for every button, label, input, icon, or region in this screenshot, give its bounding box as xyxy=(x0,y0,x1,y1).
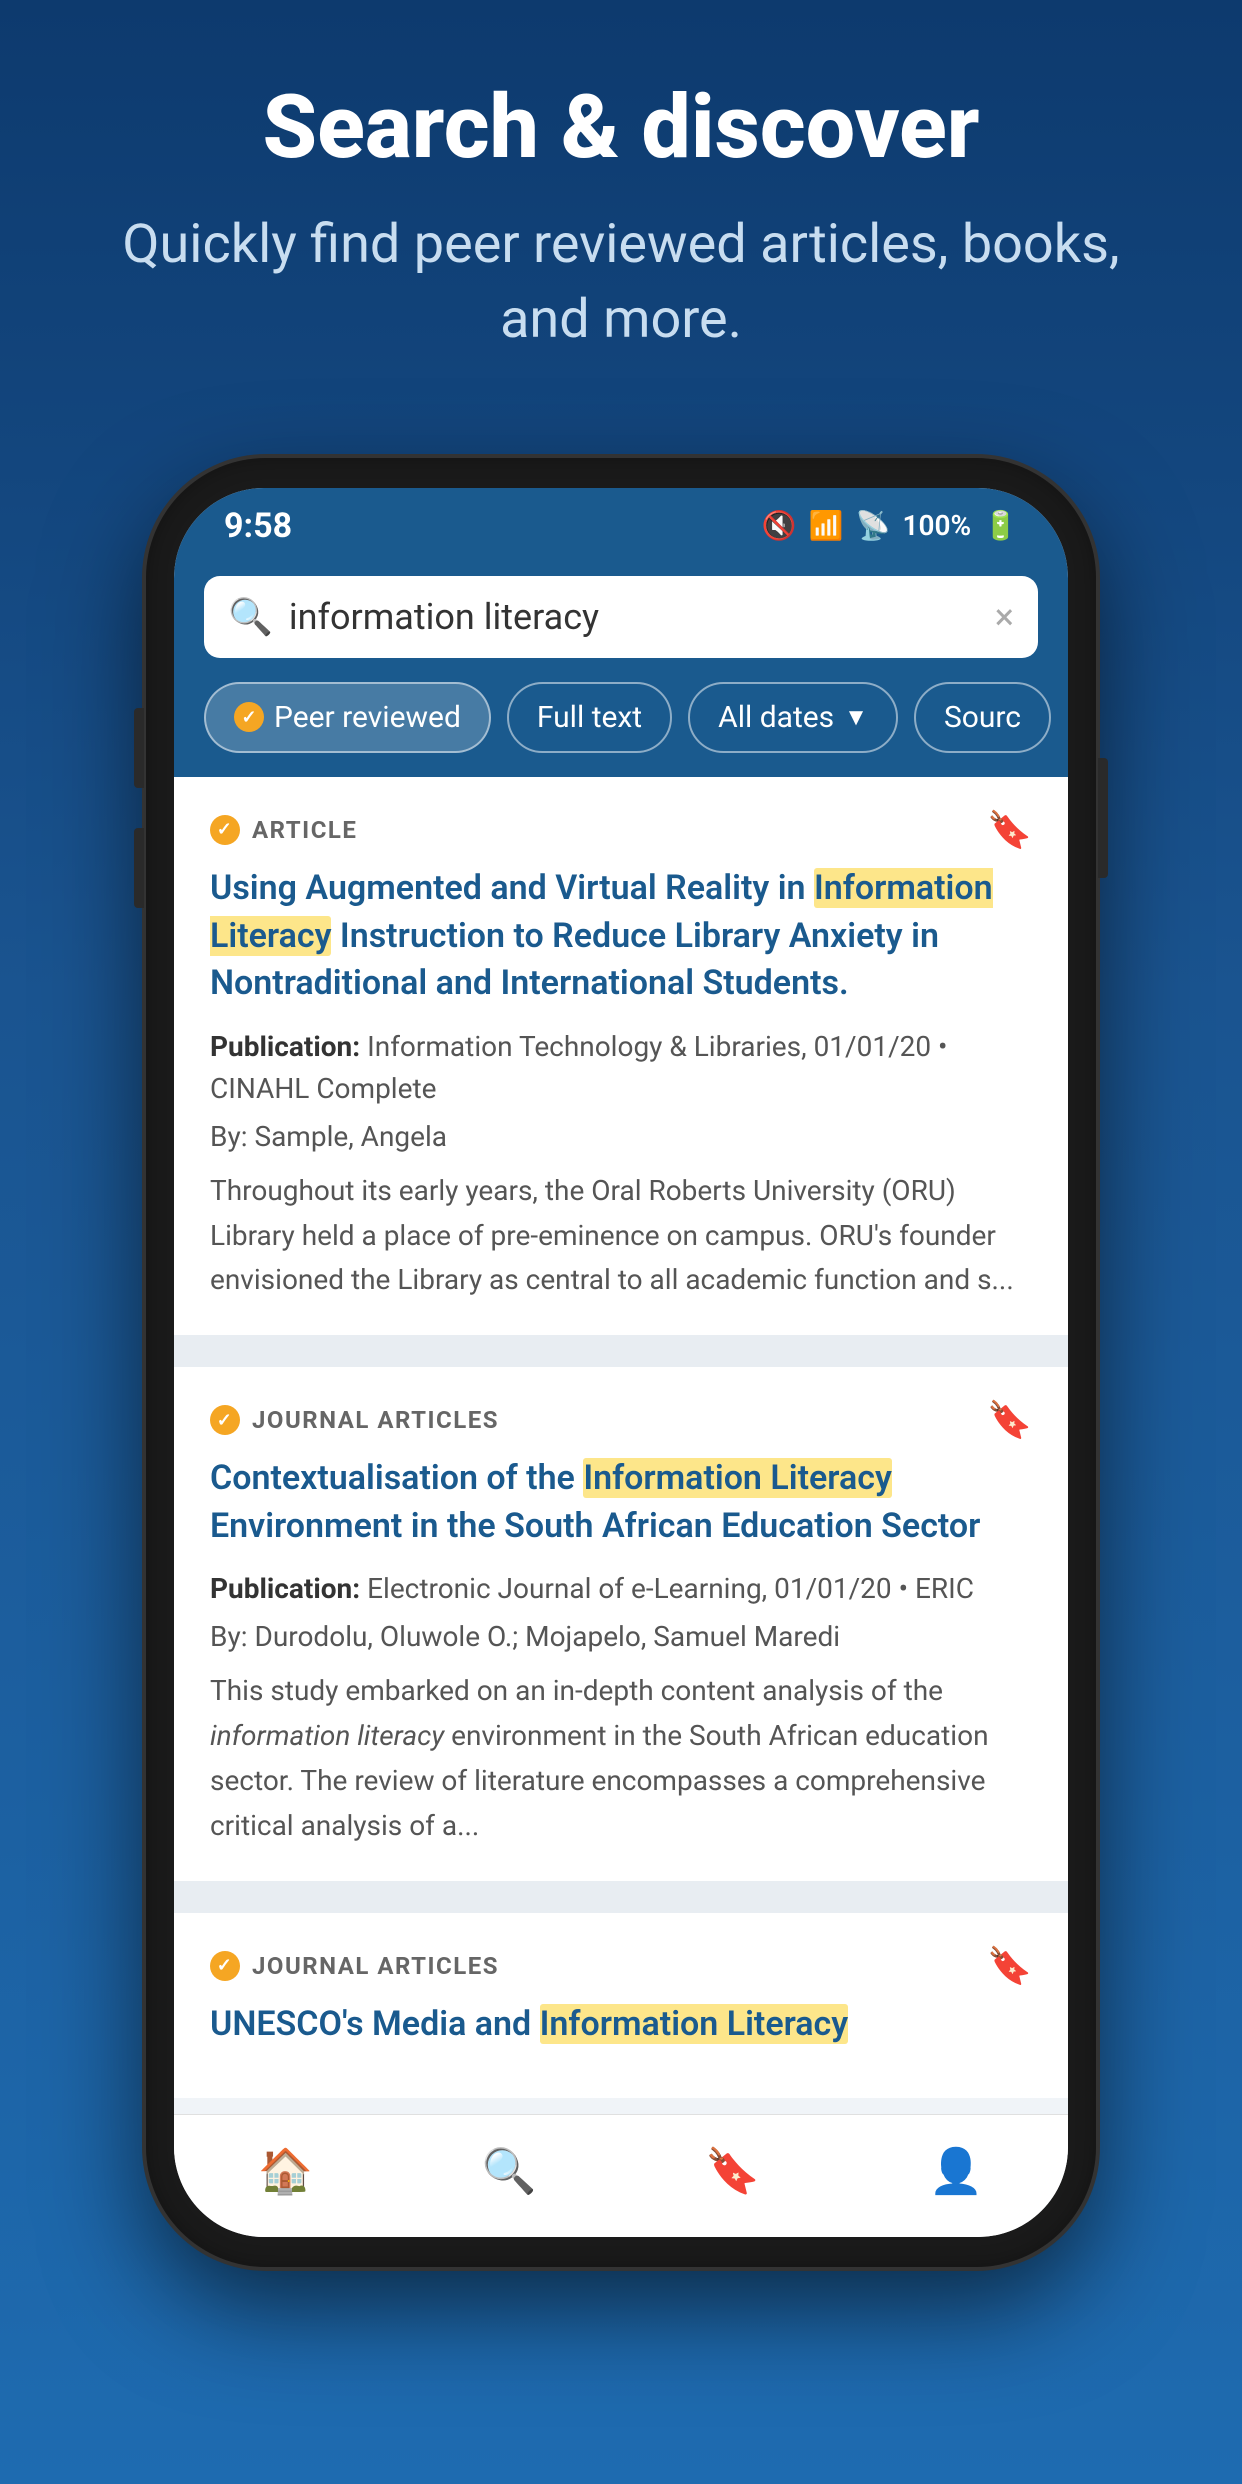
title-before-2: Contextualisation of the xyxy=(210,1458,583,1498)
filter-source[interactable]: Sourc xyxy=(914,682,1051,753)
type-label-3: JOURNAL ARTICLES xyxy=(252,1952,499,1980)
type-label-1: ARTICLE xyxy=(252,816,357,844)
article-meta-2: Publication: Electronic Journal of e-Lea… xyxy=(210,1568,1032,1610)
abstract-italic-2: information literacy xyxy=(210,1719,444,1752)
search-nav-icon: 🔍 xyxy=(482,2145,537,2197)
article-type-1: ARTICLE xyxy=(210,815,357,845)
title-after-2: Environment in the South African Educati… xyxy=(210,1506,980,1546)
search-bar[interactable]: 🔍 information literacy × xyxy=(204,576,1038,658)
article-card-1[interactable]: ARTICLE 🔖 Using Augmented and Virtual Re… xyxy=(174,777,1068,1335)
dropdown-arrow-icon: ▼ xyxy=(844,703,868,732)
status-time: 9:58 xyxy=(224,506,292,546)
filter-peer-reviewed[interactable]: Peer reviewed xyxy=(204,682,491,753)
title-before-3: UNESCO's Media and xyxy=(210,2004,540,2044)
peer-reviewed-label: Peer reviewed xyxy=(274,700,461,735)
check-icon xyxy=(234,702,264,732)
title-before-1: Using Augmented and Virtual Reality in xyxy=(210,868,814,908)
verified-badge-3 xyxy=(210,1951,240,1981)
article-title-2[interactable]: Contextualisation of the Information Lit… xyxy=(210,1455,1032,1550)
publication-label-2: Publication: xyxy=(210,1572,360,1605)
by-label-2: By: xyxy=(210,1620,247,1653)
card-divider-2 xyxy=(174,1897,1068,1913)
battery-icon: 🔋 xyxy=(983,509,1018,542)
results-area: ARTICLE 🔖 Using Augmented and Virtual Re… xyxy=(174,777,1068,2098)
phone-mockup: 9:58 🔇 📶 📡 100% 🔋 🔍 information literacy… xyxy=(146,458,1096,2267)
signal-icon: 📡 xyxy=(856,509,891,542)
author-name-2: Durodolu, Oluwole O.; Mojapelo, Samuel M… xyxy=(254,1620,840,1653)
article-meta-1: Publication: Information Technology & Li… xyxy=(210,1026,1032,1110)
status-bar: 9:58 🔇 📶 📡 100% 🔋 xyxy=(174,488,1068,556)
search-area: 🔍 information literacy × xyxy=(174,556,1068,682)
search-icon: 🔍 xyxy=(228,596,273,638)
type-label-2: JOURNAL ARTICLES xyxy=(252,1406,499,1434)
battery-level: 100% xyxy=(902,509,971,542)
page-title: Search & discover xyxy=(80,80,1162,177)
card-header-3: JOURNAL ARTICLES 🔖 xyxy=(210,1945,1032,1987)
verified-badge-1 xyxy=(210,815,240,845)
full-text-label: Full text xyxy=(537,700,642,735)
database-2: ERIC xyxy=(915,1572,974,1605)
author-name-1: Sample, Angela xyxy=(254,1120,447,1153)
title-highlight-3: Information Literacy xyxy=(540,2004,849,2044)
home-icon: 🏠 xyxy=(258,2145,313,2197)
all-dates-label: All dates xyxy=(718,700,834,735)
title-highlight-2: Information Literacy xyxy=(583,1458,892,1498)
saved-icon: 🔖 xyxy=(705,2145,760,2197)
mute-icon: 🔇 xyxy=(762,509,797,542)
bookmark-button-1[interactable]: 🔖 xyxy=(987,809,1032,851)
publication-1: Information Technology & Libraries, 01/0… xyxy=(367,1030,931,1063)
filter-row: Peer reviewed Full text All dates ▼ Sour… xyxy=(174,682,1068,777)
account-icon: 👤 xyxy=(929,2145,984,2197)
status-icons: 🔇 📶 📡 100% 🔋 xyxy=(762,509,1018,542)
article-card-3[interactable]: JOURNAL ARTICLES 🔖 UNESCO's Media and In… xyxy=(174,1913,1068,2099)
card-divider-1 xyxy=(174,1351,1068,1367)
article-abstract-2: This study embarked on an in-depth conte… xyxy=(210,1669,1032,1848)
bookmark-button-3[interactable]: 🔖 xyxy=(987,1945,1032,1987)
publication-label-1: Publication: xyxy=(210,1030,360,1063)
filter-full-text[interactable]: Full text xyxy=(507,682,672,753)
header-section: Search & discover Quickly find peer revi… xyxy=(0,0,1242,418)
source-label: Sourc xyxy=(944,700,1021,735)
article-author-2: By: Durodolu, Oluwole O.; Mojapelo, Samu… xyxy=(210,1620,1032,1653)
database-1: CINAHL Complete xyxy=(210,1072,436,1105)
phone-outer: 9:58 🔇 📶 📡 100% 🔋 🔍 information literacy… xyxy=(146,458,1096,2267)
bottom-nav: 🏠 🔍 🔖 👤 xyxy=(174,2114,1068,2237)
clear-search-button[interactable]: × xyxy=(995,596,1014,638)
article-type-2: JOURNAL ARTICLES xyxy=(210,1405,499,1435)
nav-search[interactable]: 🔍 xyxy=(442,2135,577,2207)
abstract-before-2: This study embarked on an in-depth conte… xyxy=(210,1674,943,1707)
by-label-1: By: xyxy=(210,1120,247,1153)
article-type-3: JOURNAL ARTICLES xyxy=(210,1951,499,1981)
publication-2: Electronic Journal of e-Learning, 01/01/… xyxy=(367,1572,892,1605)
card-header-1: ARTICLE 🔖 xyxy=(210,809,1032,851)
article-abstract-1: Throughout its early years, the Oral Rob… xyxy=(210,1169,1032,1303)
nav-home[interactable]: 🏠 xyxy=(218,2135,353,2207)
card-header-2: JOURNAL ARTICLES 🔖 xyxy=(210,1399,1032,1441)
phone-screen: 9:58 🔇 📶 📡 100% 🔋 🔍 information literacy… xyxy=(174,488,1068,2237)
page-subtitle: Quickly find peer reviewed articles, boo… xyxy=(80,207,1162,358)
search-input[interactable]: information literacy xyxy=(289,596,979,638)
article-title-3[interactable]: UNESCO's Media and Information Literacy xyxy=(210,2001,1032,2049)
nav-saved[interactable]: 🔖 xyxy=(665,2135,800,2207)
verified-badge-2 xyxy=(210,1405,240,1435)
bookmark-button-2[interactable]: 🔖 xyxy=(987,1399,1032,1441)
wifi-icon: 📶 xyxy=(809,509,844,542)
article-author-1: By: Sample, Angela xyxy=(210,1120,1032,1153)
article-title-1[interactable]: Using Augmented and Virtual Reality in I… xyxy=(210,865,1032,1008)
filter-all-dates[interactable]: All dates ▼ xyxy=(688,682,898,753)
article-card-2[interactable]: JOURNAL ARTICLES 🔖 Contextualisation of … xyxy=(174,1367,1068,1880)
nav-account[interactable]: 👤 xyxy=(889,2135,1024,2207)
